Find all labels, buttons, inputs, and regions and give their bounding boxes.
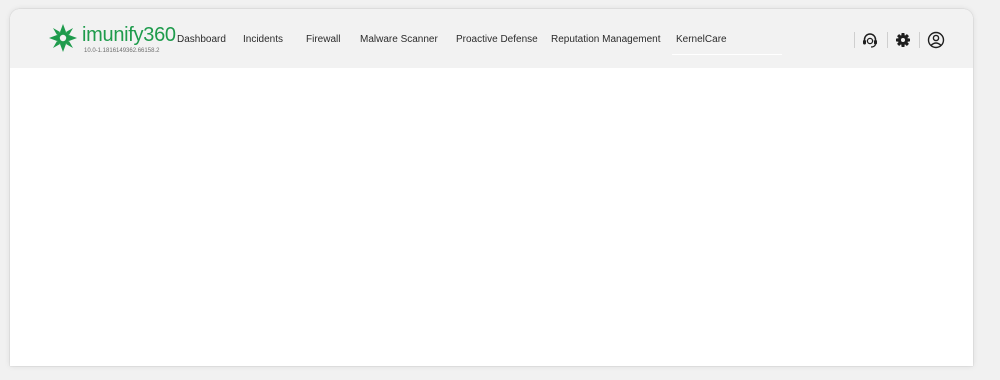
- main-content: [10, 68, 973, 366]
- app-window: imunify360 10.0-1.1816149362.66158.2 Das…: [10, 9, 973, 366]
- nav-item-reputation-management[interactable]: Reputation Management: [551, 34, 661, 45]
- imunify-star-icon: [49, 24, 77, 52]
- nav-item-malware-scanner[interactable]: Malware Scanner: [360, 34, 438, 45]
- nav-item-dashboard[interactable]: Dashboard: [177, 34, 226, 45]
- top-navigation-bar: imunify360 10.0-1.1816149362.66158.2 Das…: [10, 9, 973, 68]
- toolbar-divider: [854, 32, 855, 48]
- nav-item-firewall[interactable]: Firewall: [306, 34, 340, 45]
- user-icon[interactable]: [927, 31, 945, 49]
- toolbar-divider: [919, 32, 920, 48]
- nav-item-incidents[interactable]: Incidents: [243, 34, 283, 45]
- nav-item-kernelcare[interactable]: KernelCare: [672, 34, 782, 55]
- brand-name: imunify360: [82, 24, 176, 46]
- support-icon[interactable]: [861, 31, 879, 49]
- nav-item-proactive-defense[interactable]: Proactive Defense: [456, 34, 538, 45]
- version-label: 10.0-1.1816149362.66158.2: [84, 48, 160, 54]
- toolbar-divider: [887, 32, 888, 48]
- gear-icon[interactable]: [894, 31, 912, 49]
